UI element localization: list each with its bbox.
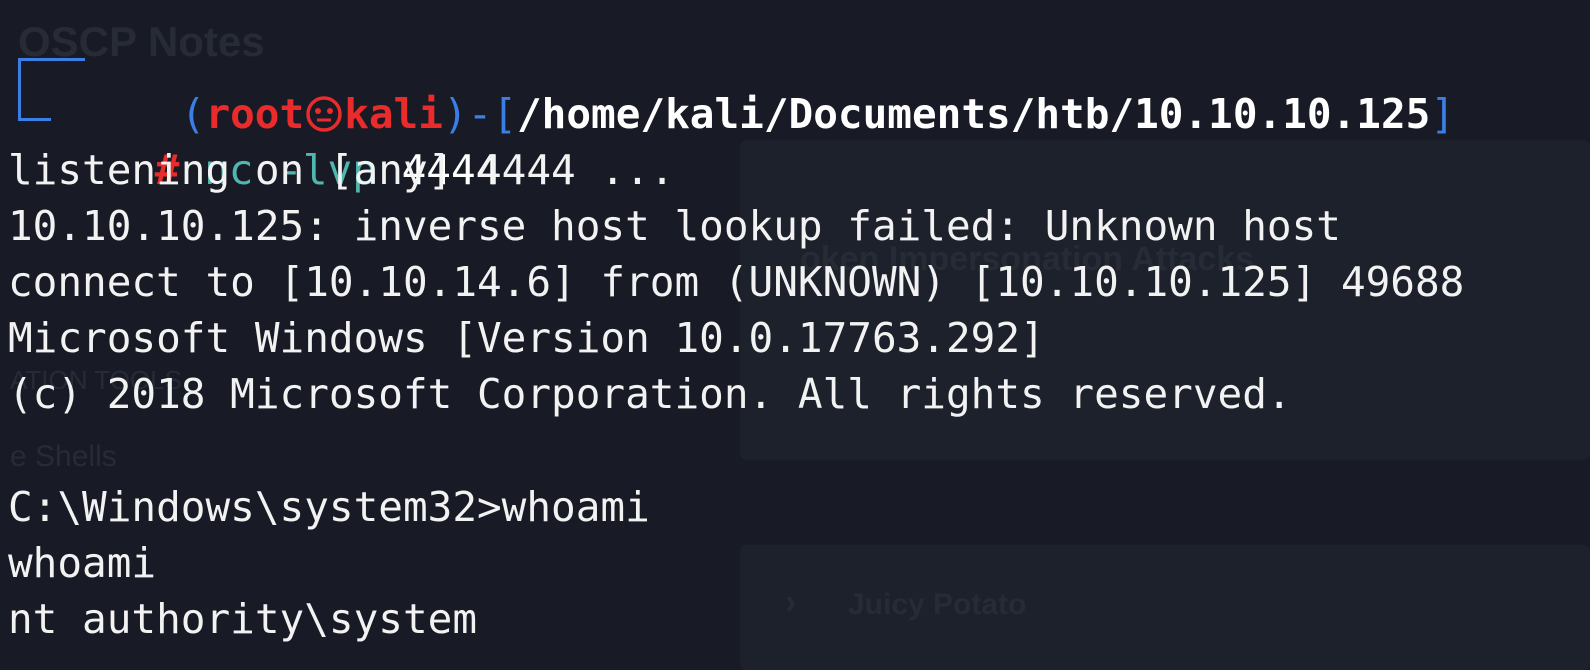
prompt-corner-bottom [18, 58, 51, 121]
output-line: 10.10.10.125: inverse host lookup failed… [8, 202, 1341, 250]
terminal-window[interactable]: (root kali)-[/home/kali/Documents/htb/10.… [0, 0, 1590, 670]
output-line: listening on [any] 4444 ... [8, 146, 675, 194]
prompt-close-bracket: ] [1430, 90, 1455, 138]
output-line: (c) 2018 Microsoft Corporation. All righ… [8, 370, 1292, 418]
prompt-header-line: (root kali)-[/home/kali/Documents/htb/10.… [82, 30, 1455, 138]
output-line: Microsoft Windows [Version 10.0.17763.29… [8, 314, 1045, 362]
output-line: connect to [10.10.14.6] from (UNKNOWN) [… [8, 258, 1465, 306]
output-line: whoami [8, 539, 157, 587]
output-line: C:\Windows\system32>whoami [8, 483, 650, 531]
output-line: nt authority\system [8, 595, 477, 643]
prompt-command-line: # nc -lvp 4444 [56, 86, 501, 194]
prompt-path: /home/kali/Documents/htb/10.10.10.125 [517, 90, 1431, 138]
